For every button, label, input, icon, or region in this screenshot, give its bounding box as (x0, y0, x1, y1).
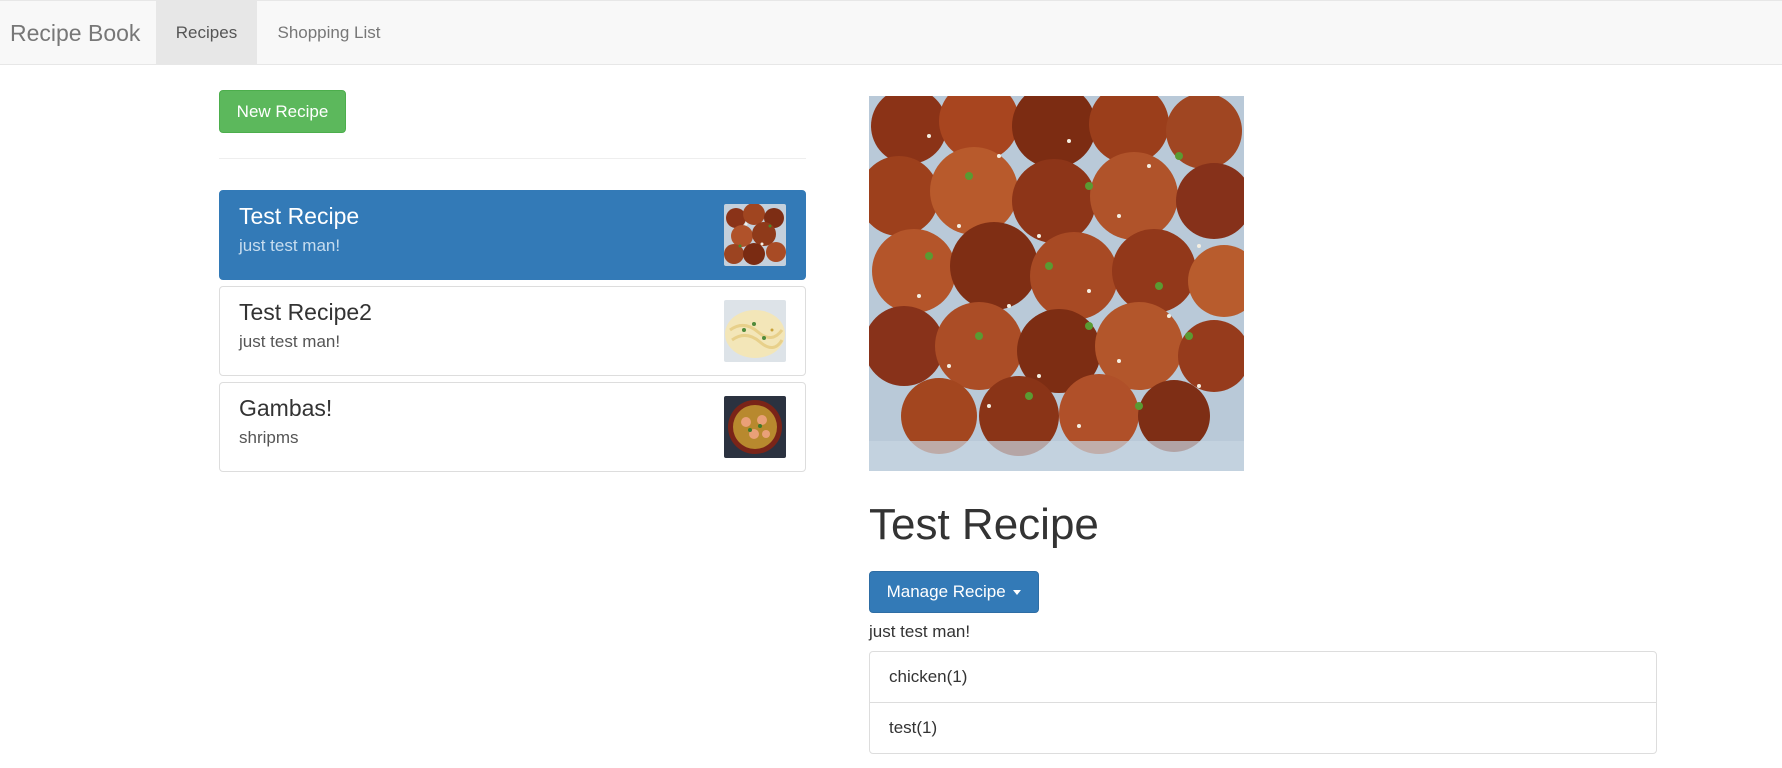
brand-link[interactable]: Recipe Book (10, 1, 140, 65)
navbar: Recipe Book Recipes Shopping List (0, 0, 1782, 65)
ingredient-item[interactable]: test(1) (869, 702, 1657, 754)
nav-shopping-list[interactable]: Shopping List (258, 1, 400, 65)
ingredient-item[interactable]: chicken(1) (869, 651, 1657, 703)
nav-recipes[interactable]: Recipes (156, 1, 257, 65)
recipe-list-item[interactable]: Test Recipe2 just test man! (219, 286, 806, 376)
recipe-description: just test man! (869, 622, 971, 641)
recipe-name: Test Recipe2 (239, 299, 372, 325)
recipe-description: shripms (239, 428, 299, 447)
recipe-description: just test man! (239, 236, 341, 255)
recipe-name: Test Recipe (239, 203, 360, 229)
caret-down-icon (1013, 590, 1022, 596)
divider (219, 158, 806, 159)
recipe-thumbnail (724, 396, 786, 458)
recipe-list-item[interactable]: Gambas! shripms (219, 382, 806, 472)
manage-recipe-label: Manage Recipe (886, 582, 1006, 601)
recipe-thumbnail (724, 300, 786, 362)
recipe-list-item[interactable]: Test Recipe just test man! (219, 190, 806, 280)
recipe-name: Gambas! (239, 395, 333, 421)
ingredient-list: chicken(1) test(1) (869, 651, 1657, 754)
recipe-description: just test man! (239, 332, 341, 351)
manage-recipe-button[interactable]: Manage Recipe (869, 571, 1039, 613)
recipe-thumbnail (724, 204, 786, 266)
new-recipe-button[interactable]: New Recipe (219, 90, 346, 133)
recipe-image (869, 96, 1244, 471)
recipe-title: Test Recipe (869, 500, 1099, 549)
